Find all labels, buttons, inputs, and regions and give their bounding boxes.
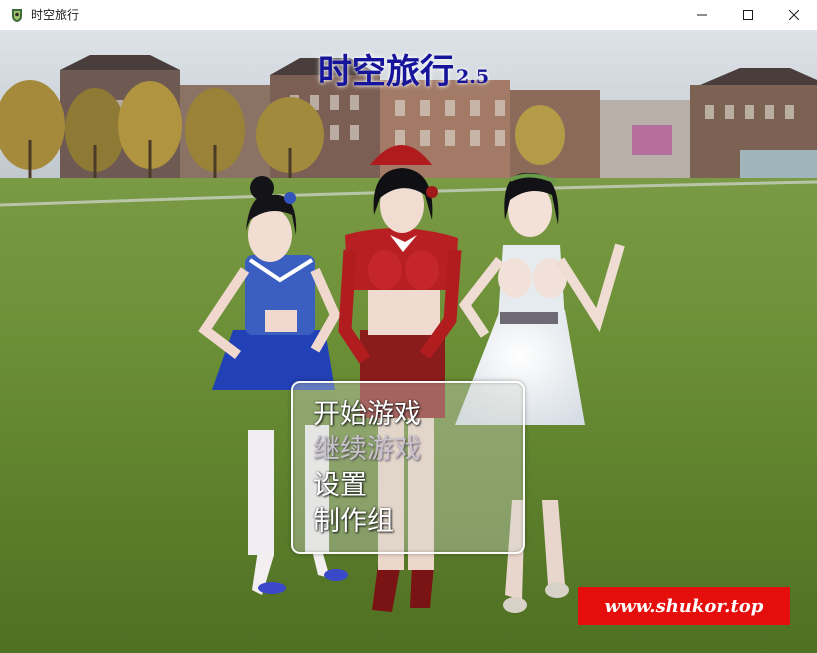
watermark-text: www.shukor.top	[604, 595, 764, 617]
game-title: 时空旅行 2.5	[318, 44, 489, 93]
maximize-button[interactable]	[725, 0, 771, 30]
main-menu: 开始游戏 继续游戏 设置 制作组	[291, 381, 525, 554]
game-version: 2.5	[456, 66, 490, 88]
close-icon	[789, 10, 799, 20]
menu-settings[interactable]: 设置	[313, 469, 367, 503]
game-viewport: 时空旅行 2.5 开始游戏 继续游戏 设置 制作组 www.shukor.top	[0, 30, 817, 653]
watermark-banner: www.shukor.top	[578, 587, 790, 625]
game-app-icon	[12, 9, 22, 22]
menu-start-game[interactable]: 开始游戏	[313, 398, 421, 432]
minimize-icon	[697, 14, 707, 16]
maximize-icon	[743, 10, 753, 20]
background-scene	[0, 30, 817, 653]
minimize-button[interactable]	[679, 0, 725, 30]
menu-continue-game[interactable]: 继续游戏	[313, 433, 421, 467]
window-titlebar: 时空旅行	[0, 0, 817, 31]
close-button[interactable]	[771, 0, 817, 30]
menu-credits[interactable]: 制作组	[313, 505, 394, 539]
game-title-text: 时空旅行	[318, 52, 454, 92]
window-title: 时空旅行	[31, 8, 80, 22]
